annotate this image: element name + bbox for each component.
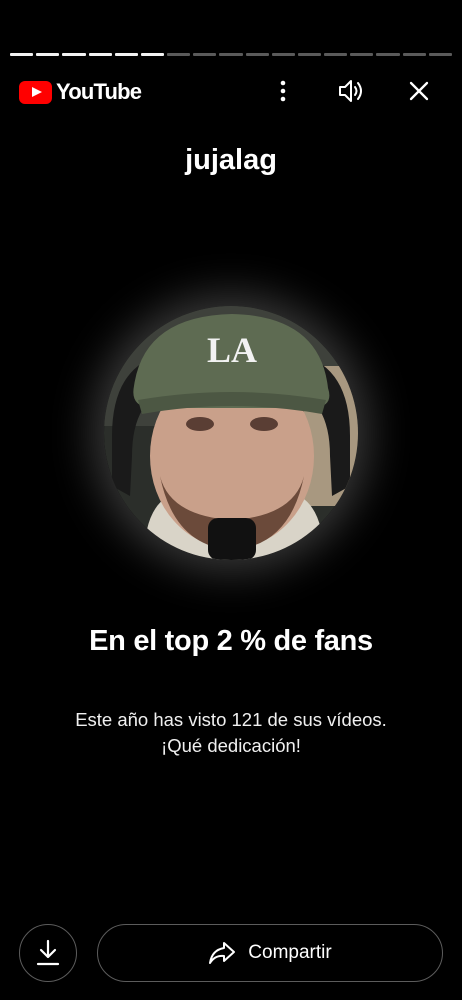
story-progress-segment [219,53,243,56]
close-button[interactable] [398,70,440,112]
story-progress-segment [297,53,322,56]
volume-icon [339,80,362,102]
story-progress-segment [428,53,452,56]
more-vertical-icon [280,80,286,102]
share-button-label: Compartir [248,942,332,963]
fan-rank-headline: En el top 2 % de fans [89,625,373,657]
stat-description-line2: ¡Qué dedicación! [161,735,301,756]
story-progress-segment [245,53,269,56]
story-progress-segment [36,53,60,56]
download-button[interactable] [19,924,77,982]
story-progress-segment [193,53,217,56]
svg-text:LA: LA [207,330,257,370]
download-icon [36,939,60,966]
story-progress-segment [62,53,86,56]
story-progress-segment [140,53,165,56]
youtube-play-icon [19,80,52,104]
story-progress-segment [376,53,400,56]
youtube-logo-text: YouTube [56,79,142,104]
share-arrow-icon [209,942,236,964]
story-progress-segment [271,53,295,56]
story-progress-bar [10,53,452,57]
more-options-button[interactable] [262,70,304,112]
share-button[interactable]: Compartir [97,924,443,982]
channel-name: jujalag [185,144,277,176]
stat-description: Este año has visto 121 de sus vídeos. ¡Q… [0,707,462,759]
sound-button[interactable] [330,70,372,112]
stat-description-line1: Este año has visto 121 de sus vídeos. [75,709,387,730]
youtube-logo: YouTube [19,79,142,105]
story-progress-segment [324,53,348,56]
close-icon [409,81,429,101]
channel-avatar: LA [104,306,358,560]
story-progress-segment [10,53,34,56]
top-bar: YouTube [0,70,462,112]
story-progress-segment [114,53,138,56]
story-progress-segment [167,53,191,56]
story-progress-segment [402,53,426,56]
story-progress-segment [350,53,374,56]
story-progress-segment [88,53,112,56]
